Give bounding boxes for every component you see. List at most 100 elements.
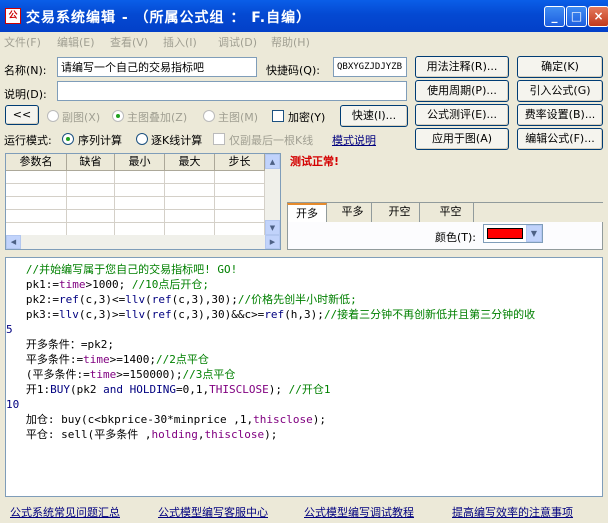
use-period-button[interactable]: 使用周期(P)...: [415, 80, 509, 102]
name-input[interactable]: 请编写一个自己的交易指标吧: [57, 57, 257, 77]
color-label: 颜色(T):: [435, 231, 477, 244]
main-overlay-label: 主图叠加(Z): [127, 111, 188, 124]
code-token: //开仓1: [288, 383, 331, 396]
stepk-calc-radio[interactable]: [136, 133, 148, 145]
code-token: (c,3),30)&&c>=: [171, 308, 265, 321]
code-token: and: [103, 383, 123, 396]
tips-link[interactable]: 提高编写效率的注意事项: [452, 504, 573, 520]
param-cell[interactable]: [165, 197, 215, 210]
code-token: (c,3)<=: [78, 293, 126, 306]
support-link[interactable]: 公式模型编写客服中心: [158, 504, 268, 520]
code-line: 平多条件:=time>=1400;//2点平仓: [6, 352, 209, 367]
param-vscroll[interactable]: ▲ ▼: [265, 154, 280, 235]
code-line: //并始编写属于您自己的交易指标吧! GO!: [6, 262, 237, 277]
menu-insert[interactable]: 插入(I): [163, 34, 197, 50]
param-cell[interactable]: [67, 210, 115, 223]
param-cell[interactable]: [67, 171, 115, 184]
param-cell[interactable]: [6, 197, 67, 210]
code-token: 开1:: [6, 383, 51, 396]
code-token: ref: [151, 308, 172, 321]
mode-explain-link[interactable]: 模式说明: [332, 132, 376, 148]
formula-app-icon: 公: [5, 8, 21, 24]
menu-help[interactable]: 帮助(H): [271, 34, 310, 50]
param-cell[interactable]: [115, 197, 165, 210]
scroll-right-icon[interactable]: ▶: [265, 235, 280, 249]
faq-link[interactable]: 公式系统常见问题汇总: [10, 504, 120, 520]
menu-debug[interactable]: 调试(D): [218, 34, 257, 50]
param-header-min: 最小: [115, 154, 165, 171]
tab-open-short[interactable]: 开空: [380, 203, 420, 223]
chevron-down-icon[interactable]: ▼: [526, 225, 542, 242]
tab-open-long[interactable]: 开多: [287, 203, 327, 223]
test-formula-button[interactable]: 公式测评(E)...: [415, 104, 509, 126]
code-token: 平多条件:=: [6, 353, 84, 366]
param-table[interactable]: 参数名 缺省 最小 最大 步长 ▲ ▼ ◀ ▶: [5, 153, 281, 250]
param-cell[interactable]: [215, 184, 265, 197]
param-cell[interactable]: [215, 197, 265, 210]
code-token: 加仓: buy(c<bkprice-30*minprice ,1,: [6, 413, 254, 426]
param-cell[interactable]: [6, 210, 67, 223]
last-bar-only-label: 仅副最后一根K线: [229, 134, 314, 147]
code-token: );: [268, 383, 289, 396]
apply-chart-button[interactable]: 应用于图(A): [415, 128, 509, 150]
tab-close-short[interactable]: 平空: [428, 203, 474, 223]
tab-close-long[interactable]: 平多: [334, 203, 372, 223]
minimize-button[interactable]: _: [544, 6, 565, 27]
sub-chart-radio[interactable]: [47, 110, 59, 122]
maximize-button[interactable]: □: [566, 6, 587, 27]
shortcut-input[interactable]: QBXYGZJDJYZB: [333, 57, 407, 77]
param-cell[interactable]: [115, 171, 165, 184]
encrypt-label: 加密(Y): [288, 111, 326, 124]
code-editor[interactable]: //并始编写属于您自己的交易指标吧! GO! pk1:=time>1000; /…: [5, 257, 603, 497]
param-cell[interactable]: [67, 197, 115, 210]
last-bar-only-checkbox[interactable]: [213, 133, 225, 145]
param-cell[interactable]: [165, 210, 215, 223]
fee-setting-button[interactable]: 费率设置(B)...: [517, 104, 603, 126]
param-cell[interactable]: [165, 184, 215, 197]
scroll-left-icon[interactable]: ◀: [6, 235, 21, 249]
scroll-up-icon[interactable]: ▲: [265, 154, 280, 169]
code-line: 开1:BUY(pk2 and HOLDING=0,1,THISCLOSE); /…: [6, 382, 331, 397]
collapse-button[interactable]: <<: [5, 105, 39, 125]
color-dropdown[interactable]: ▼: [483, 224, 543, 243]
menu-edit[interactable]: 编辑(E): [57, 34, 95, 50]
run-mode-label: 运行模式:: [4, 134, 52, 147]
code-token: );: [264, 428, 278, 441]
encrypt-checkbox[interactable]: [272, 110, 284, 122]
code-token: thisclose: [253, 413, 313, 426]
close-button[interactable]: ×: [588, 6, 608, 27]
param-cell[interactable]: [165, 171, 215, 184]
menu-bar: 文件(F) 编辑(E) 查看(V) 插入(I) 调试(D) 帮助(H): [0, 32, 608, 50]
code-token: >=150000);: [116, 368, 183, 381]
edit-formula-button[interactable]: 编辑公式(F)...: [517, 128, 603, 150]
param-cell[interactable]: [215, 210, 265, 223]
sequence-calc-radio[interactable]: [62, 133, 74, 145]
usage-note-button[interactable]: 用法注释(R)...: [415, 56, 509, 78]
code-token: (h,3);: [284, 308, 324, 321]
param-cell[interactable]: [67, 184, 115, 197]
main-chart-radio[interactable]: [203, 110, 215, 122]
param-cell[interactable]: [115, 210, 165, 223]
code-token: (pk2: [70, 383, 104, 396]
param-rows[interactable]: [6, 171, 265, 236]
param-cell[interactable]: [215, 171, 265, 184]
scroll-down-icon[interactable]: ▼: [265, 220, 280, 235]
tutorial-link[interactable]: 公式模型编写调试教程: [304, 504, 414, 520]
fast-button[interactable]: 快速(I)...: [340, 105, 408, 127]
param-cell[interactable]: [6, 184, 67, 197]
param-hscroll[interactable]: ◀ ▶: [6, 235, 280, 249]
main-overlay-radio[interactable]: [112, 110, 124, 122]
code-token: );: [312, 413, 327, 426]
menu-file[interactable]: 文件(F): [4, 34, 41, 50]
param-cell[interactable]: [115, 184, 165, 197]
param-cell[interactable]: [6, 171, 67, 184]
title-bar[interactable]: 公 交易系统编辑 - （所属公式组 ： F.自编） _ □ ×: [0, 0, 608, 32]
import-formula-button[interactable]: 引入公式(G): [517, 80, 603, 102]
desc-input[interactable]: [57, 81, 407, 101]
menu-view[interactable]: 查看(V): [110, 34, 148, 50]
ok-button[interactable]: 确定(K): [517, 56, 603, 78]
code-line: 平仓: sell(平多条件 ,holding,thisclose);: [6, 427, 277, 442]
code-token: ref: [151, 293, 172, 306]
code-token: >=1400;: [109, 353, 156, 366]
